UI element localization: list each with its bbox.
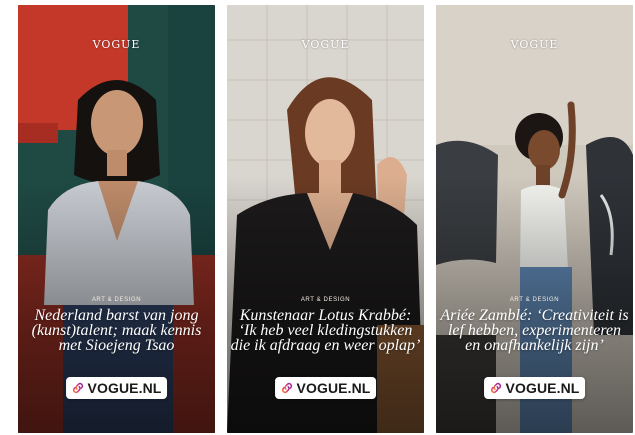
stories-row: VOGUE ART & DESIGN Nederland barst van j… bbox=[0, 0, 635, 435]
link-label: VOGUE.NL bbox=[87, 380, 162, 396]
link-icon bbox=[72, 382, 83, 394]
story-card[interactable]: VOGUE ART & DESIGN Ariée Zamblé: ‘Creati… bbox=[436, 5, 633, 433]
story-headline: Nederland barst van jong (kunst)talent; … bbox=[18, 307, 215, 354]
headline-line: Kunstenaar Lotus Krabbé: bbox=[239, 307, 412, 324]
headline-line: Nederland barst van jong bbox=[34, 307, 199, 324]
link-label: VOGUE.NL bbox=[505, 380, 580, 396]
story-headline: Ariée Zamblé: ‘Creativiteit is lef hebbe… bbox=[436, 307, 633, 354]
category-label: ART & DESIGN bbox=[91, 297, 142, 303]
category-label: ART & DESIGN bbox=[509, 297, 560, 303]
link-sticker[interactable]: VOGUE.NL bbox=[483, 377, 586, 399]
link-label: VOGUE.NL bbox=[296, 380, 371, 396]
story-headline: Kunstenaar Lotus Krabbé: ‘Ik heb veel kl… bbox=[227, 307, 424, 354]
link-icon bbox=[490, 382, 501, 394]
headline-line: ‘Ik heb veel kledingstukken bbox=[238, 322, 413, 339]
headline-line: (kunst)talent; maak kennis bbox=[31, 322, 202, 339]
link-sticker[interactable]: VOGUE.NL bbox=[274, 377, 377, 399]
headline-line: en onafhankelijk zijn’ bbox=[465, 337, 604, 354]
story-card[interactable]: VOGUE ART & DESIGN Kunstenaar Lotus Krab… bbox=[227, 5, 424, 433]
story-card[interactable]: VOGUE ART & DESIGN Nederland barst van j… bbox=[18, 5, 215, 433]
vogue-masthead: VOGUE bbox=[92, 38, 141, 51]
vogue-masthead: VOGUE bbox=[301, 38, 350, 51]
vogue-masthead: VOGUE bbox=[510, 38, 559, 51]
headline-line: lef hebben, experimenteren bbox=[447, 322, 622, 339]
headline-line: die ik afdraag en weer oplap’ bbox=[230, 337, 421, 354]
category-label: ART & DESIGN bbox=[300, 297, 351, 303]
headline-line: Ariée Zamblé: ‘Creativiteit is bbox=[440, 307, 629, 324]
link-sticker[interactable]: VOGUE.NL bbox=[65, 377, 168, 399]
headline-line: met Sioejeng Tsao bbox=[58, 337, 175, 354]
link-icon bbox=[281, 382, 292, 394]
